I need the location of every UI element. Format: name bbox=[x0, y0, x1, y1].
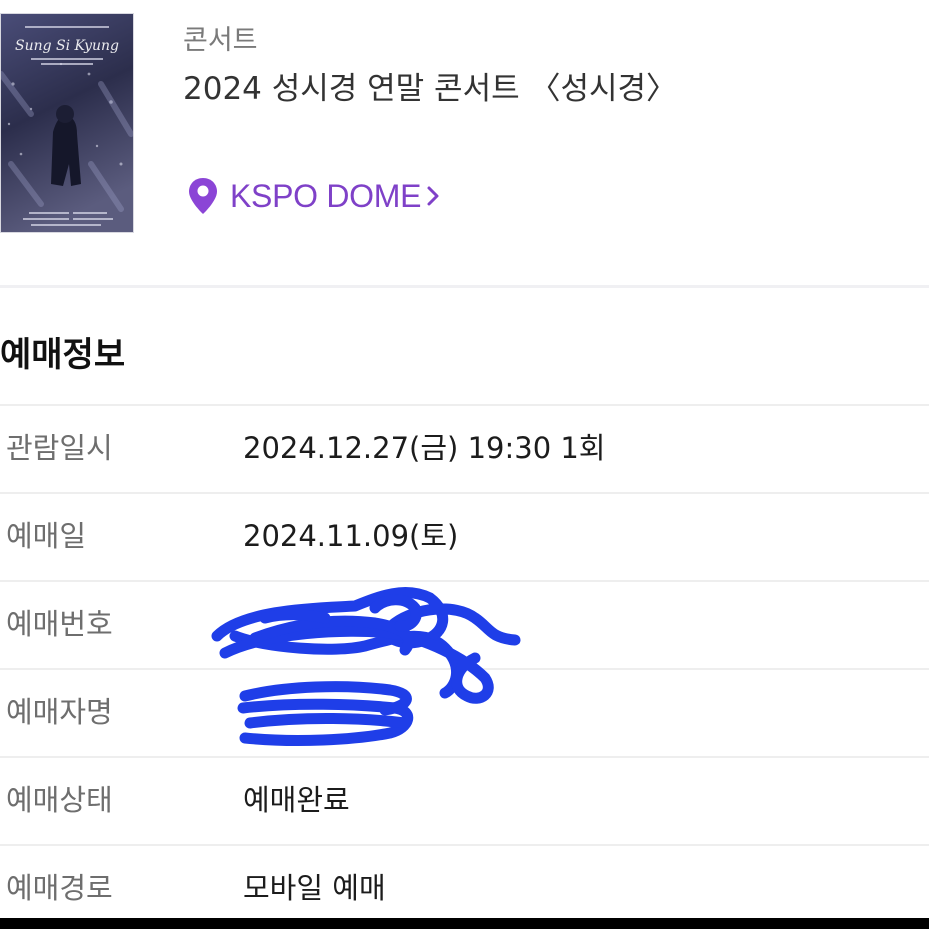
info-label: 예매상태 bbox=[6, 783, 113, 817]
info-value: 2024.11.09(토) bbox=[243, 519, 459, 553]
info-label: 예매일 bbox=[6, 519, 87, 553]
section-divider bbox=[0, 285, 929, 288]
venue-name: KSPO DOME bbox=[230, 177, 422, 214]
event-poster[interactable]: Sung Si Kyung bbox=[0, 13, 134, 233]
venue-link[interactable]: KSPO DOME bbox=[186, 174, 441, 218]
info-row-booking-date: 예매일 2024.11.09(토) bbox=[0, 492, 929, 580]
info-label: 관람일시 bbox=[6, 431, 113, 465]
event-title: 2024 성시경 연말 콘서트 〈성시경〉 bbox=[183, 71, 678, 107]
info-row-viewing-datetime: 관람일시 2024.12.27(금) 19:30 1회 bbox=[0, 404, 929, 492]
info-label: 예매자명 bbox=[6, 695, 113, 729]
bottom-bar bbox=[0, 918, 929, 929]
info-value: 2024.12.27(금) 19:30 1회 bbox=[243, 431, 606, 465]
chevron-right-icon bbox=[425, 184, 441, 208]
event-category: 콘서트 bbox=[183, 25, 258, 56]
map-pin-icon bbox=[186, 174, 220, 218]
svg-text:Sung Si Kyung: Sung Si Kyung bbox=[15, 38, 119, 54]
info-row-booking-status: 예매상태 예매완료 bbox=[0, 756, 929, 844]
info-label: 예매번호 bbox=[6, 607, 113, 641]
redaction-scribble bbox=[205, 578, 525, 762]
info-value: 예매완료 bbox=[243, 783, 350, 817]
booking-info-heading: 예매정보 bbox=[0, 335, 126, 375]
